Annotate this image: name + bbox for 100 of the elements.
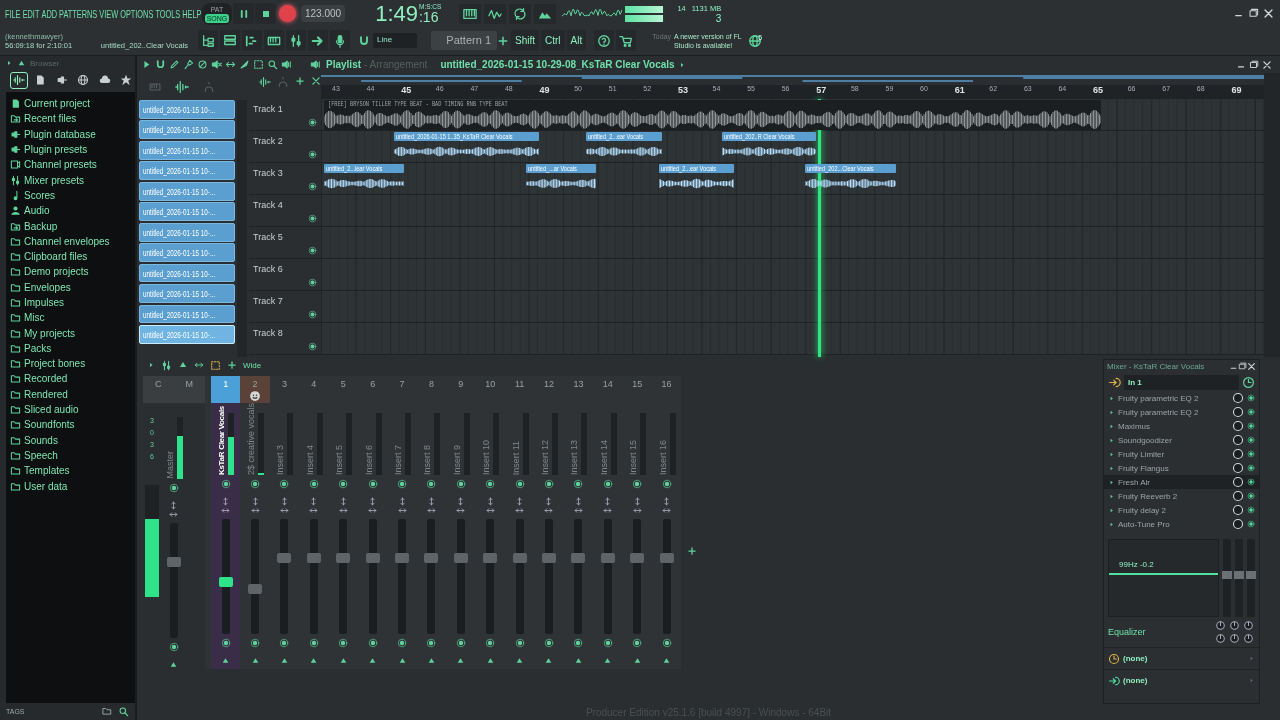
up-icon[interactable]	[178, 360, 188, 370]
strip-header[interactable]: 8	[416, 376, 447, 403]
modifier-key[interactable]: Shift	[511, 30, 539, 51]
effect-enable-icon[interactable]	[1247, 394, 1255, 402]
send-knob-icon[interactable]	[632, 638, 643, 648]
send-knob-icon[interactable]	[397, 638, 408, 648]
expand-icon[interactable]	[5, 59, 13, 67]
strip-header[interactable]: 12	[534, 376, 564, 403]
separation-icon[interactable]	[544, 506, 554, 515]
close-icon[interactable]	[311, 76, 321, 86]
browser-item[interactable]: Plugin presets	[6, 141, 135, 158]
send-knob-icon[interactable]	[602, 638, 613, 648]
send-knob-icon[interactable]	[250, 638, 261, 648]
slip-icon[interactable]	[225, 59, 236, 70]
browser-item[interactable]: Demo projects	[6, 264, 135, 280]
menu-item[interactable]: ADD	[41, 7, 57, 20]
send-knob-icon[interactable]	[426, 638, 437, 648]
send-knob-icon[interactable]	[338, 638, 349, 648]
pan-knob-icon[interactable]	[397, 479, 408, 489]
browser-item[interactable]: Channel presets	[6, 157, 135, 173]
stereo-icon[interactable]	[485, 497, 495, 506]
up-icon[interactable]	[17, 58, 26, 68]
strip-name[interactable]: Insert 8	[422, 445, 433, 475]
strip-header[interactable]: 10	[475, 376, 505, 403]
eq-slider[interactable]	[1222, 570, 1232, 579]
separation-icon[interactable]	[368, 506, 378, 515]
browser-item[interactable]: Sounds	[6, 432, 135, 448]
maximize-icon[interactable]	[1249, 59, 1259, 70]
stereo-icon[interactable]	[662, 497, 672, 506]
globe-icon[interactable]	[748, 33, 763, 48]
route-icon[interactable]	[662, 656, 672, 665]
mountain-button[interactable]	[534, 3, 557, 24]
browser-item[interactable]: Rendered	[6, 386, 135, 402]
track-name[interactable]: Track 4	[253, 200, 283, 210]
browser-item[interactable]: Scores	[6, 187, 135, 204]
pan-knob-icon[interactable]	[168, 483, 179, 493]
scrollbar[interactable]	[1264, 73, 1280, 357]
strip-header[interactable]: 13	[563, 376, 594, 403]
effect-slot[interactable]: Fresh Air	[1104, 475, 1259, 489]
mix-knob-icon[interactable]	[1232, 448, 1244, 460]
browser-item[interactable]: User data	[6, 478, 135, 494]
separation-icon[interactable]	[250, 506, 260, 515]
separation-icon[interactable]	[309, 506, 319, 515]
browser-item[interactable]: Templates	[6, 463, 135, 479]
browser-item[interactable]: Soundfonts	[6, 417, 135, 433]
browser-item[interactable]: Audio	[6, 203, 135, 219]
route-icon[interactable]	[573, 656, 583, 665]
route-icon[interactable]	[603, 656, 613, 665]
eq-slider[interactable]	[1234, 570, 1244, 579]
separation-icon[interactable]	[485, 506, 495, 515]
separation-icon[interactable]	[456, 506, 466, 515]
record-button[interactable]	[279, 5, 296, 22]
effect-slot[interactable]: Fruity parametric EQ 2	[1104, 405, 1259, 419]
stop-button[interactable]	[255, 3, 276, 24]
track-lane[interactable]	[321, 291, 1264, 323]
strip-header[interactable]: 2	[240, 376, 270, 403]
eq-knob-icon[interactable]	[1229, 633, 1240, 644]
swap-icon[interactable]	[194, 360, 204, 370]
strip-header[interactable]: 7	[387, 376, 417, 403]
pattern-selector[interactable]: Pattern 1	[431, 31, 497, 50]
speaker-icon[interactable]	[281, 59, 292, 70]
track-name[interactable]: Track 7	[253, 296, 283, 306]
separation-icon[interactable]	[338, 506, 348, 515]
zoom-icon[interactable]	[267, 59, 278, 70]
route-icon[interactable]	[368, 656, 378, 665]
pan-knob-icon[interactable]	[279, 479, 290, 489]
track-enable-icon[interactable]	[308, 214, 317, 223]
separation-icon[interactable]	[603, 506, 613, 515]
browser-item[interactable]: Recorded	[6, 371, 135, 387]
mix-knob-icon[interactable]	[1232, 434, 1244, 446]
route-icon[interactable]	[279, 656, 289, 665]
stereo-icon[interactable]	[515, 497, 525, 506]
separation-icon[interactable]	[279, 506, 289, 515]
search-icon[interactable]	[118, 706, 129, 717]
eq-knob-icon[interactable]	[1229, 620, 1240, 631]
strip-name[interactable]: Insert 5	[334, 445, 345, 475]
menu-item[interactable]: EDIT	[22, 7, 40, 20]
mix-knob-icon[interactable]	[1232, 476, 1244, 488]
snap-select[interactable]: Line	[373, 33, 417, 48]
eq-knob-icon[interactable]	[1215, 620, 1226, 631]
pan-knob-icon[interactable]	[338, 479, 349, 489]
browser-item[interactable]: Project bones	[6, 356, 135, 372]
track-lane[interactable]	[321, 259, 1264, 291]
browser-item[interactable]: Sliced audio	[6, 401, 135, 418]
rack-button[interactable]	[220, 30, 240, 51]
roll-button[interactable]	[242, 30, 262, 51]
track-name[interactable]: Track 2	[253, 136, 283, 146]
pan-knob-icon[interactable]	[573, 479, 584, 489]
send-knob-icon[interactable]	[573, 638, 584, 648]
pan-knob-icon[interactable]	[632, 479, 643, 489]
mix-knob-icon[interactable]	[1232, 518, 1244, 530]
browser-item[interactable]: Clipboard files	[6, 248, 135, 265]
eq-slider[interactable]	[1246, 570, 1256, 579]
pan-knob-icon[interactable]	[544, 479, 554, 489]
browser-item[interactable]: Impulses	[6, 294, 135, 311]
muted-speaker-icon[interactable]	[211, 59, 222, 70]
loop-button[interactable]	[509, 3, 532, 24]
shop-button[interactable]	[616, 30, 637, 51]
effect-slot[interactable]: Fruity delay 2	[1104, 503, 1259, 517]
keyboard-button[interactable]	[459, 3, 482, 24]
